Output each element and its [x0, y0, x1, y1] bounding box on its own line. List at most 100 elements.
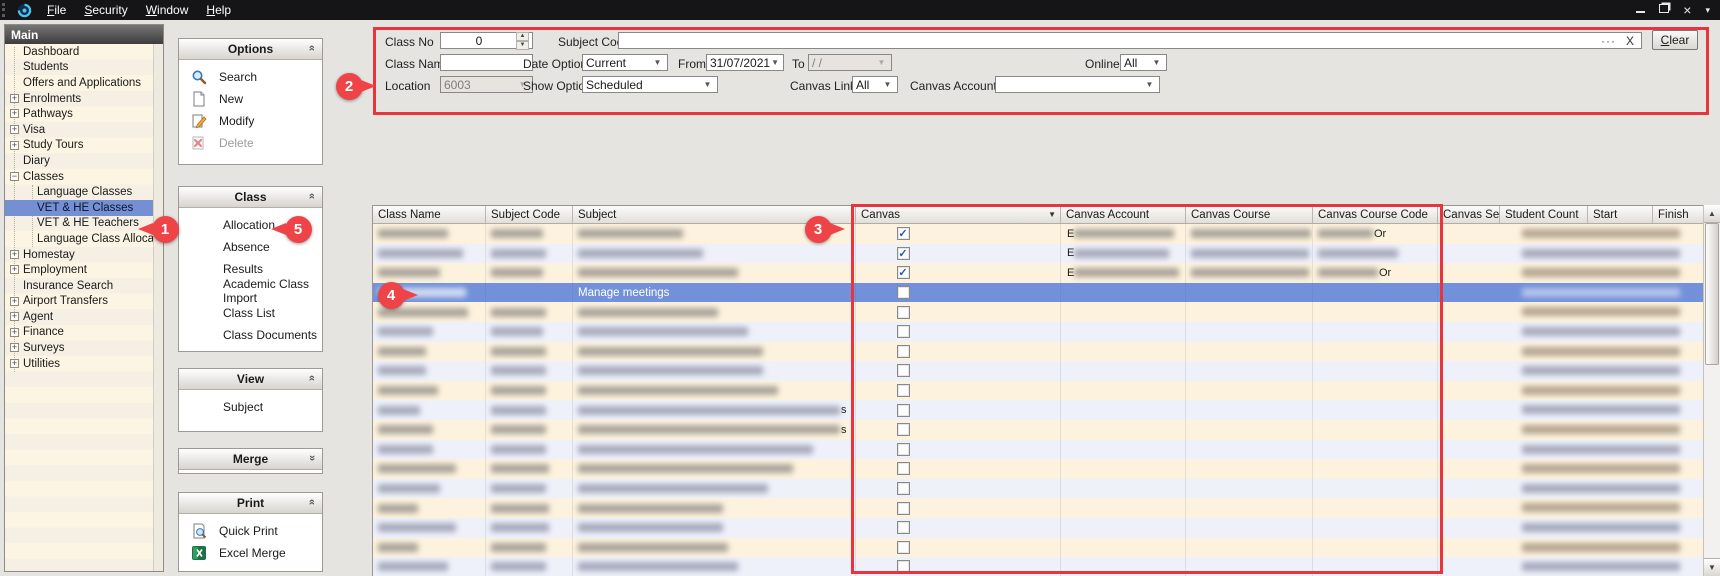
- class-list-button[interactable]: Class List: [179, 302, 322, 324]
- checkbox-unchecked[interactable]: [897, 443, 910, 456]
- sidebar-item-utilities[interactable]: +Utilities: [5, 356, 154, 372]
- checkbox-unchecked[interactable]: [897, 345, 910, 358]
- checkbox-unchecked[interactable]: [897, 462, 910, 475]
- new-button[interactable]: New: [179, 88, 322, 110]
- sidebar-item-pathways[interactable]: +Pathways: [5, 106, 154, 122]
- expand-plus-icon[interactable]: +: [10, 297, 19, 306]
- table-row[interactable]: [373, 361, 1703, 381]
- menu-file[interactable]: File: [38, 1, 75, 19]
- checkbox-unchecked[interactable]: [897, 521, 910, 534]
- sidebar-item-vet-he-classes[interactable]: VET & HE Classes: [5, 200, 154, 216]
- menu-window[interactable]: Window: [137, 1, 198, 19]
- table-row[interactable]: [373, 518, 1703, 538]
- expand-plus-icon[interactable]: +: [10, 359, 19, 368]
- table-row[interactable]: [373, 557, 1703, 576]
- sidebar-item-study-tours[interactable]: +Study Tours: [5, 138, 154, 154]
- collapse-minus-icon[interactable]: −: [10, 172, 19, 181]
- sidebar-item-airport-transfers[interactable]: +Airport Transfers: [5, 294, 154, 310]
- sidebar-item-vet-he-teachers[interactable]: VET & HE Teachers: [5, 216, 154, 232]
- table-row[interactable]: s: [373, 420, 1703, 440]
- excel-merge-button[interactable]: Excel Merge: [179, 542, 322, 564]
- sidebar-item-language-class-allocation[interactable]: Language Class Allocation: [5, 231, 154, 247]
- table-row[interactable]: [373, 538, 1703, 558]
- quick-print-button[interactable]: Quick Print: [179, 520, 322, 542]
- table-row[interactable]: s: [373, 400, 1703, 420]
- table-row[interactable]: [373, 342, 1703, 362]
- modify-button[interactable]: Modify: [179, 110, 322, 132]
- sidebar-item-visa[interactable]: +Visa: [5, 122, 154, 138]
- table-row[interactable]: [373, 302, 1703, 322]
- menu-security[interactable]: Security: [75, 1, 136, 19]
- class-name-input[interactable]: [440, 54, 533, 71]
- clear-button[interactable]: Clear: [1652, 30, 1698, 50]
- checkbox-unchecked[interactable]: [897, 384, 910, 397]
- print-panel-header[interactable]: Print »: [179, 493, 322, 514]
- academic-class-import-button[interactable]: Academic Class Import: [179, 280, 322, 302]
- checkbox-unchecked[interactable]: [897, 482, 910, 495]
- online-dropdown[interactable]: All ▼: [1120, 54, 1167, 71]
- expand-plus-icon[interactable]: +: [10, 312, 19, 321]
- expand-plus-icon[interactable]: +: [10, 328, 19, 337]
- sidebar-item-agent[interactable]: +Agent: [5, 309, 154, 325]
- checkbox-unchecked[interactable]: [897, 502, 910, 515]
- class-panel-header[interactable]: Class »: [179, 187, 322, 208]
- show-option-dropdown[interactable]: Scheduled ▼: [582, 76, 718, 93]
- canvas-link-dropdown[interactable]: All ▼: [852, 76, 898, 93]
- checkbox-unchecked[interactable]: [897, 541, 910, 554]
- column-header-subject-code[interactable]: Subject Code: [486, 206, 573, 223]
- column-header-finish[interactable]: Finish: [1653, 206, 1703, 223]
- table-row[interactable]: [373, 381, 1703, 401]
- minimize-button[interactable]: [1636, 5, 1645, 16]
- subject-code-input[interactable]: ··· X: [618, 32, 1642, 49]
- vertical-scrollbar[interactable]: ▲ ▼: [1703, 205, 1720, 576]
- checkbox-unchecked[interactable]: [897, 286, 910, 299]
- subject-button[interactable]: Subject: [179, 396, 322, 418]
- expand-plus-icon[interactable]: +: [10, 343, 19, 352]
- date-option-dropdown[interactable]: Current ▼: [582, 54, 668, 71]
- scrollbar-thumb[interactable]: [1705, 223, 1719, 365]
- expand-plus-icon[interactable]: +: [10, 94, 19, 103]
- expand-plus-icon[interactable]: +: [10, 141, 19, 150]
- sidebar-item-enrolments[interactable]: +Enrolments: [5, 91, 154, 107]
- sidebar-item-employment[interactable]: +Employment: [5, 262, 154, 278]
- merge-panel-header[interactable]: Merge »: [179, 449, 322, 470]
- column-header-canvas-secti[interactable]: Canvas Secti: [1438, 206, 1500, 223]
- restore-button[interactable]: [1659, 4, 1669, 16]
- checkbox-unchecked[interactable]: [897, 423, 910, 436]
- scroll-up-button[interactable]: ▲: [1704, 205, 1720, 223]
- checkbox-checked[interactable]: ✓: [897, 247, 910, 260]
- spinner-arrows-icon[interactable]: ▲▼: [516, 32, 529, 50]
- table-row[interactable]: [373, 498, 1703, 518]
- table-row[interactable]: ✓EOr: [373, 263, 1703, 283]
- table-row[interactable]: ✓EOr: [373, 224, 1703, 244]
- column-header-student-count[interactable]: Student Count: [1500, 206, 1588, 223]
- checkbox-unchecked[interactable]: [897, 325, 910, 338]
- column-header-canvas-account[interactable]: Canvas Account: [1061, 206, 1186, 223]
- column-header-start[interactable]: Start: [1588, 206, 1653, 223]
- expand-plus-icon[interactable]: +: [10, 250, 19, 259]
- table-row[interactable]: [373, 322, 1703, 342]
- expand-plus-icon[interactable]: +: [10, 125, 19, 134]
- titlebar-menu-caret-icon[interactable]: ▾: [1705, 5, 1710, 16]
- sidebar-item-students[interactable]: Students: [5, 60, 154, 76]
- checkbox-unchecked[interactable]: [897, 364, 910, 377]
- checkbox-checked[interactable]: ✓: [897, 266, 910, 279]
- sidebar-item-dashboard[interactable]: Dashboard: [5, 44, 154, 60]
- close-button[interactable]: ×: [1683, 5, 1691, 16]
- sidebar-scrollbar[interactable]: [153, 44, 163, 571]
- column-header-canvas[interactable]: Canvas▼: [856, 206, 1061, 223]
- sidebar-item-homestay[interactable]: +Homestay: [5, 247, 154, 263]
- canvas-account-dropdown[interactable]: ▼: [995, 76, 1160, 93]
- table-row[interactable]: [373, 459, 1703, 479]
- class-documents-button[interactable]: Class Documents: [179, 324, 322, 346]
- checkbox-unchecked[interactable]: [897, 404, 910, 417]
- column-filter-icon[interactable]: ▼: [1048, 210, 1060, 219]
- expand-plus-icon[interactable]: +: [10, 265, 19, 274]
- table-row[interactable]: ✓E: [373, 244, 1703, 264]
- scroll-down-button[interactable]: ▼: [1704, 558, 1720, 576]
- column-header-class-name[interactable]: Class Name: [373, 206, 486, 223]
- table-row[interactable]: [373, 479, 1703, 499]
- checkbox-unchecked[interactable]: [897, 306, 910, 319]
- table-row[interactable]: Manage meetings: [373, 283, 1703, 303]
- menu-help[interactable]: Help: [197, 1, 240, 19]
